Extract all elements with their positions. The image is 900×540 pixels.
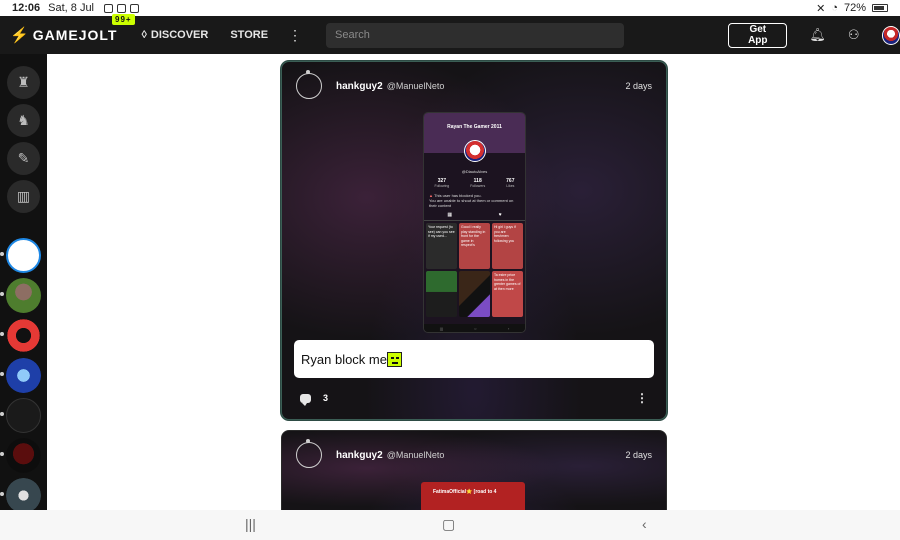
post-footer: 3 ⋮ <box>300 390 648 406</box>
embed-header: Rayan The Gamer 2011 <box>424 113 525 162</box>
post-card[interactable]: hankguy2 @ManuelNeto 2 days FatimaOffici… <box>281 430 667 510</box>
post-header: hankguy2 @ManuelNeto 2 days <box>296 439 652 469</box>
embed-nav-bar: ||| ○ ‹ <box>424 324 525 332</box>
top-navigation: ⚡ GAMEJOLT 99+ ◊ DISCOVER STORE ⋮ Get Ap… <box>0 14 900 54</box>
community-unread-dot <box>0 372 4 376</box>
sidebar-home-button[interactable]: ♜ <box>7 66 40 99</box>
post-image[interactable]: FatimaOfficial⭐ [road to 4 <box>421 482 525 510</box>
heart-icon: ♥ <box>498 212 502 218</box>
backpack-icon: ♞ <box>17 112 30 128</box>
bell-icon[interactable]: 🔔︎ <box>809 27 826 43</box>
sidebar-library-button[interactable]: ▥ <box>7 180 40 213</box>
post-author-avatar[interactable] <box>296 439 322 468</box>
play-icon <box>117 3 126 13</box>
recent-apps-icon[interactable]: ||| <box>245 516 256 532</box>
status-right: ✕ ◔ 72% <box>816 2 888 15</box>
embed-stats: 327 Following 118 Followers 767 Likes <box>424 178 525 188</box>
gallery-icon <box>104 3 113 13</box>
embed-stat: 767 Likes <box>506 178 515 188</box>
post-author-name[interactable]: hankguy2 <box>336 450 383 461</box>
embed-blocked-warning: ▲ This user has blocked you. You are una… <box>429 193 520 208</box>
sidebar-quests-button[interactable]: ✎ <box>7 142 40 175</box>
embed-title: Rayan The Gamer 2011 <box>447 124 502 130</box>
embed-avatar <box>464 140 486 162</box>
community-unread-dot <box>0 492 4 496</box>
home-icon[interactable]: ▢ <box>442 516 455 533</box>
search-input[interactable] <box>326 22 625 48</box>
community-unread-dot <box>0 252 4 256</box>
post-timestamp: 2 days <box>625 81 652 91</box>
battery-percent: 72% <box>843 2 866 14</box>
bolt-icon: ⚡ <box>10 27 30 44</box>
logo-text: GAMEJOLT <box>32 27 118 43</box>
user-avatar[interactable] <box>881 25 900 45</box>
community-unread-dot <box>0 292 4 296</box>
battery-icon <box>872 4 888 12</box>
embed-handle: @DiautoAlves <box>461 169 488 174</box>
store-label: STORE <box>230 29 269 41</box>
comment-icon[interactable] <box>300 393 311 406</box>
embed-tile <box>459 271 490 317</box>
post-caption: Ryan block me <box>294 340 654 378</box>
wifi-icon: ◔ <box>831 2 838 14</box>
post-author-handle[interactable]: @ManuelNeto <box>387 450 445 460</box>
post-author-handle[interactable]: @ManuelNeto <box>387 81 445 91</box>
community-icon-5[interactable] <box>6 398 41 433</box>
embed-warning-body: You are unable to shout at them or comme… <box>429 198 514 208</box>
embed-stat: 327 Following <box>434 178 450 188</box>
post-timestamp: 2 days <box>625 450 652 460</box>
community-unread-dot <box>0 452 4 456</box>
community-icon-2[interactable] <box>6 278 41 313</box>
back-icon[interactable]: ‹ <box>642 516 647 532</box>
left-sidebar: ♜ ♞ ✎ ▥ <box>0 54 47 513</box>
friends-icon[interactable]: ⚇ <box>848 27 860 43</box>
sidebar-backpack-button[interactable]: ♞ <box>7 104 40 137</box>
status-bar: 12:06 Sat, 8 Jul ✕ ◔ 72% <box>0 0 900 16</box>
post-image[interactable]: Rayan The Gamer 2011 @DiautoAlves 327 Fol… <box>423 112 526 333</box>
system-nav-bar: ||| ▢ ‹ <box>0 510 900 540</box>
community-unread-dot <box>0 412 4 416</box>
post-more-icon[interactable]: ⋮ <box>636 391 648 405</box>
embed-tile: Your request (to see) can you see if my … <box>426 223 457 269</box>
quests-icon: ✎ <box>17 150 30 166</box>
embed-stat: 118 Followers <box>470 178 486 188</box>
emoji-icon <box>386 351 402 367</box>
community-icon-7[interactable] <box>6 478 41 513</box>
grid-icon: ▦ <box>447 212 453 218</box>
embed-tile <box>426 271 457 317</box>
status-date: Sat, 8 Jul <box>48 2 94 14</box>
post-author-avatar[interactable] <box>296 70 322 99</box>
notification-icons <box>104 3 139 13</box>
activity-feed: hankguy2 @ManuelNeto 2 days Rayan The Ga… <box>47 54 900 510</box>
mute-icon: ✕ <box>816 2 826 15</box>
compass-icon: ◊ <box>141 29 147 41</box>
embed-title: FatimaOfficial⭐ [road to 4 <box>433 489 497 495</box>
get-app-button[interactable]: Get App <box>728 22 788 48</box>
post-author-name[interactable]: hankguy2 <box>336 81 383 92</box>
embed-tile: Ta estre prioe homes in the grenter game… <box>492 271 523 317</box>
status-time: 12:06 <box>12 2 41 14</box>
mail-icon <box>130 3 139 13</box>
post-header: hankguy2 @ManuelNeto 2 days <box>296 70 652 100</box>
community-icon-4[interactable] <box>6 358 41 393</box>
library-icon: ▥ <box>16 188 31 204</box>
discover-label: DISCOVER <box>150 29 209 41</box>
cup-icon: ♜ <box>17 74 30 90</box>
notification-badge: 99+ <box>112 14 135 25</box>
post-caption-text: Ryan block me <box>301 351 387 367</box>
community-unread-dot <box>0 332 4 336</box>
embed-tile: Hi girl i guys if you are freshmen follo… <box>492 223 523 269</box>
post-card[interactable]: hankguy2 @ManuelNeto 2 days Rayan The Ga… <box>281 61 667 420</box>
community-icon-6[interactable] <box>6 438 41 473</box>
community-icon-1[interactable] <box>6 238 41 273</box>
comment-count[interactable]: 3 <box>323 393 328 403</box>
discover-link[interactable]: ◊ DISCOVER <box>141 29 208 41</box>
embed-tile: Good I really play standing in front for… <box>459 223 490 269</box>
store-link[interactable]: STORE <box>230 29 268 41</box>
gamejolt-logo[interactable]: ⚡ GAMEJOLT 99+ <box>10 14 135 54</box>
embed-video-grid: Your request (to see) can you see if my … <box>424 221 525 319</box>
community-icon-3[interactable] <box>6 318 41 353</box>
embed-tabs: ▦ ♥ <box>424 212 525 221</box>
more-menu-icon[interactable]: ⋮ <box>288 27 302 44</box>
